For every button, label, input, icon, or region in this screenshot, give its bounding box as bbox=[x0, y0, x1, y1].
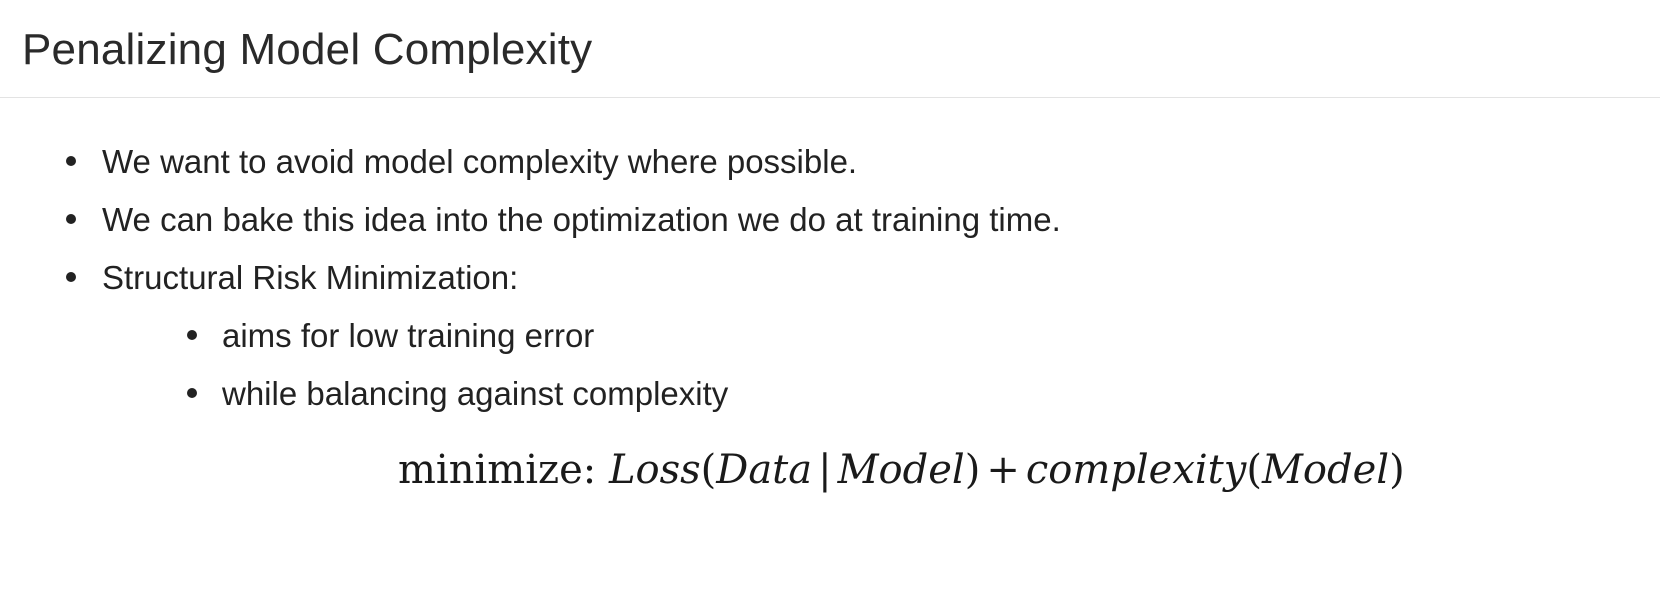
bullet-dot bbox=[66, 272, 76, 282]
slide-title: Penalizing Model Complexity bbox=[22, 25, 593, 74]
sub-bullet-item: aims for low training error bbox=[222, 317, 595, 354]
formula-model: Model bbox=[1261, 447, 1390, 493]
formula-model: Model bbox=[837, 447, 965, 493]
bullet-dot bbox=[66, 214, 76, 224]
formula-keyword: minimize: bbox=[398, 447, 597, 493]
bullet-item: We can bake this idea into the optimizat… bbox=[102, 201, 1061, 238]
bullet-item: We want to avoid model complexity where … bbox=[102, 143, 858, 180]
formula-given-bar: | bbox=[818, 447, 832, 493]
sub-bullet-item: while balancing against complexity bbox=[222, 375, 729, 412]
sub-bullet-dot bbox=[187, 388, 197, 398]
slide-header: Penalizing Model Complexity bbox=[0, 0, 1660, 98]
formula-paren-close: ) bbox=[964, 447, 981, 493]
sub-bullet-dot bbox=[187, 330, 197, 340]
formula-paren-open: ( bbox=[1246, 447, 1262, 493]
formula-plus: + bbox=[986, 447, 1020, 493]
formula-data: Data bbox=[716, 447, 813, 493]
formula-complexity: complexity bbox=[1025, 447, 1247, 493]
formula-paren-close: ) bbox=[1389, 447, 1405, 493]
formula-paren-open: ( bbox=[700, 447, 717, 493]
formula-loss: Loss bbox=[608, 447, 701, 493]
bullet-dot bbox=[66, 156, 76, 166]
bullet-item: Structural Risk Minimization: bbox=[102, 259, 519, 296]
objective-formula: minimize: Loss(Data | Model) + complexity(Mo… bbox=[398, 444, 1405, 496]
